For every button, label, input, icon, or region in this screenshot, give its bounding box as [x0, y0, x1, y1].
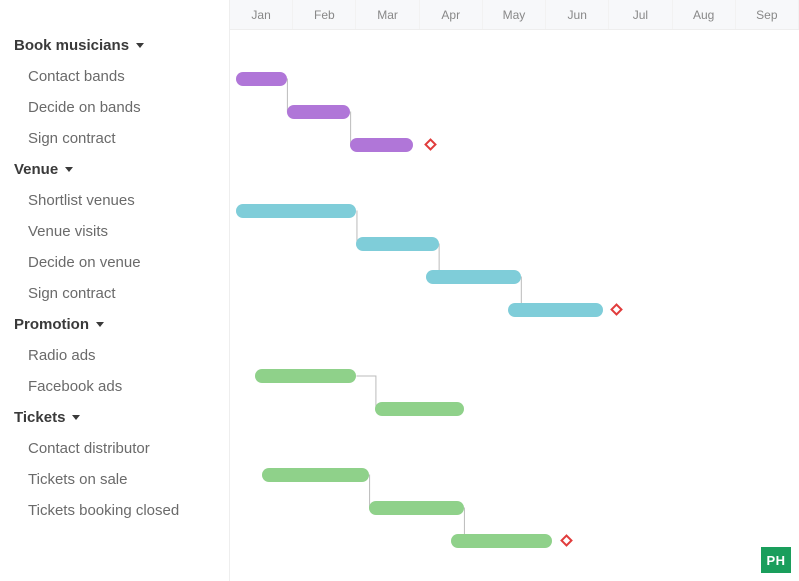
group-header[interactable]: Promotion [0, 309, 229, 340]
gantt-row [230, 261, 799, 294]
ph-badge[interactable]: PH [761, 547, 791, 573]
gantt-chart: Book musicians Contact bandsDecide on ban… [0, 0, 799, 581]
gantt-bar[interactable] [451, 534, 552, 548]
month-label: May [483, 0, 546, 29]
group-header[interactable]: Book musicians [0, 30, 229, 61]
milestone-icon[interactable] [611, 303, 624, 316]
task-label[interactable]: Shortlist venues [0, 185, 229, 216]
task-label[interactable]: Tickets on sale [0, 464, 229, 495]
task-label[interactable]: Facebook ads [0, 371, 229, 402]
month-label: Feb [293, 0, 356, 29]
task-label[interactable]: Tickets booking closed [0, 495, 229, 526]
month-label: Jul [609, 0, 672, 29]
milestone-icon[interactable] [424, 138, 437, 151]
group-name: Promotion [14, 316, 89, 333]
group-header[interactable]: Tickets [0, 402, 229, 433]
gantt-bar[interactable] [262, 468, 369, 482]
task-label[interactable]: Contact bands [0, 61, 229, 92]
gantt-bar[interactable] [369, 501, 464, 515]
gantt-row [230, 195, 799, 228]
gantt-row [230, 525, 799, 558]
month-label: Jan [230, 0, 293, 29]
gantt-bar[interactable] [356, 237, 438, 251]
task-label[interactable]: Venue visits [0, 216, 229, 247]
task-label[interactable]: Radio ads [0, 340, 229, 371]
task-label[interactable]: Sign contract [0, 123, 229, 154]
gantt-row [230, 228, 799, 261]
gantt-row [230, 459, 799, 492]
gantt-bar[interactable] [236, 72, 287, 86]
caret-down-icon [136, 43, 144, 48]
group-header[interactable]: Venue [0, 154, 229, 185]
gantt-bar[interactable] [426, 270, 521, 284]
month-label: Sep [736, 0, 799, 29]
gantt-rows [230, 30, 799, 558]
caret-down-icon [96, 322, 104, 327]
caret-down-icon [65, 167, 73, 172]
caret-down-icon [72, 415, 80, 420]
gantt-bar[interactable] [508, 303, 603, 317]
gantt-row [230, 492, 799, 525]
gantt-bar[interactable] [287, 105, 350, 119]
group-name: Tickets [14, 409, 65, 426]
month-label: Jun [546, 0, 609, 29]
gantt-timeline: JanFebMarAprMayJunJulAugSep [230, 0, 799, 581]
month-label: Apr [420, 0, 483, 29]
task-label[interactable]: Decide on venue [0, 247, 229, 278]
gantt-bar[interactable] [255, 369, 356, 383]
gantt-row [230, 96, 799, 129]
gantt-row [230, 393, 799, 426]
gantt-row [230, 63, 799, 96]
gantt-row [230, 129, 799, 162]
group-name: Venue [14, 161, 58, 178]
gantt-bar[interactable] [236, 204, 356, 218]
month-header: JanFebMarAprMayJunJulAugSep [230, 0, 799, 30]
month-label: Aug [673, 0, 736, 29]
task-label[interactable]: Decide on bands [0, 92, 229, 123]
month-label: Mar [356, 0, 419, 29]
task-label[interactable]: Sign contract [0, 278, 229, 309]
gantt-bar[interactable] [375, 402, 464, 416]
milestone-icon[interactable] [560, 534, 573, 547]
gantt-bar[interactable] [350, 138, 413, 152]
task-sidebar: Book musicians Contact bandsDecide on ban… [0, 0, 230, 581]
gantt-row [230, 294, 799, 327]
gantt-row [230, 360, 799, 393]
task-label[interactable]: Contact distributor [0, 433, 229, 464]
group-name: Book musicians [14, 37, 129, 54]
